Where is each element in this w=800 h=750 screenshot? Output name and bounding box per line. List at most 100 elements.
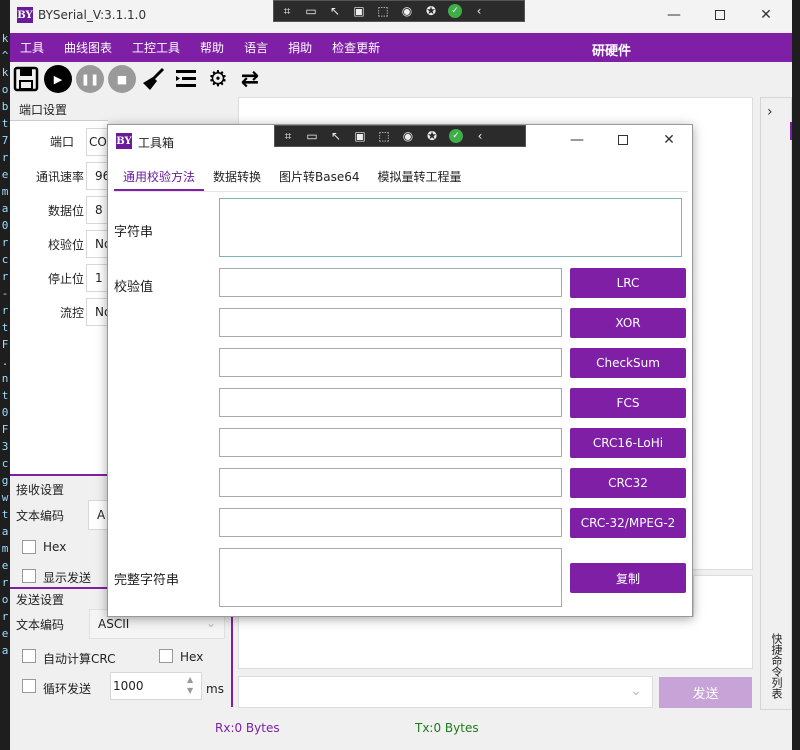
terminal-char: k: [1, 66, 9, 79]
refresh-icon[interactable]: ⇄: [236, 65, 264, 93]
copy-button[interactable]: 复制: [570, 563, 686, 593]
crc16-button[interactable]: CRC16-LoHi: [570, 428, 686, 458]
hex-send-label: Hex: [180, 650, 204, 664]
broom-icon[interactable]: [140, 65, 168, 93]
pointer-icon[interactable]: ↖: [329, 129, 343, 143]
port-label: 端口: [50, 135, 75, 149]
collapse-icon[interactable]: ‹: [472, 4, 486, 18]
receive-area-top[interactable]: [238, 97, 753, 125]
region-capture-icon[interactable]: ⬚: [376, 4, 390, 18]
string-input[interactable]: [219, 198, 682, 257]
crc32-button[interactable]: CRC32: [570, 468, 686, 498]
terminal-char: F: [1, 423, 9, 436]
maximize-button[interactable]: [697, 0, 743, 30]
terminal-char: k: [1, 32, 9, 45]
rx-counter: Rx:0 Bytes: [215, 721, 280, 735]
fcs-button[interactable]: FCS: [570, 388, 686, 418]
port-select[interactable]: CO: [86, 128, 108, 156]
terminal-char: 0: [1, 219, 9, 232]
chevron-down-icon[interactable]: ⌄: [630, 683, 642, 699]
crc16-output[interactable]: [219, 428, 562, 457]
databits-select[interactable]: 8: [86, 196, 108, 224]
video-icon[interactable]: ▭: [305, 129, 319, 143]
menu-tools[interactable]: 工具: [10, 39, 54, 56]
region-capture-icon[interactable]: ⬚: [377, 129, 391, 143]
menu-help[interactable]: 帮助: [190, 39, 234, 56]
shortcut-list-label[interactable]: 快捷命令列表: [765, 633, 783, 699]
dialog-close-button[interactable]: ✕: [646, 125, 692, 155]
send-input[interactable]: ⌄: [238, 676, 653, 708]
receive-area-right[interactable]: [693, 125, 753, 570]
scan-icon[interactable]: ⌗: [281, 129, 295, 144]
parity-label: 校验位: [48, 238, 85, 252]
send-area[interactable]: [693, 575, 753, 617]
xor-button[interactable]: XOR: [570, 308, 686, 338]
full-string-output[interactable]: [219, 548, 562, 607]
accessibility-icon[interactable]: ✪: [425, 129, 439, 143]
app-logo: BY: [17, 7, 33, 23]
accessibility-icon[interactable]: ✪: [424, 4, 438, 18]
pointer-icon[interactable]: ↖: [328, 4, 342, 18]
crc32-output[interactable]: [219, 468, 562, 497]
hex-send-checkbox[interactable]: [159, 649, 173, 663]
loop-send-checkbox[interactable]: [22, 679, 36, 693]
gear-icon[interactable]: ⚙: [204, 65, 232, 93]
checksum-output[interactable]: [219, 348, 562, 377]
tab-analog-engineering[interactable]: 模拟量转工程量: [369, 165, 471, 191]
terminal-char: m: [1, 542, 9, 555]
tab-image-base64[interactable]: 图片转Base64: [270, 165, 369, 191]
xor-output[interactable]: [219, 308, 562, 337]
collapse-icon[interactable]: ‹: [473, 129, 487, 143]
menu-industrial-tools[interactable]: 工控工具: [122, 39, 190, 56]
play-icon[interactable]: ▶: [44, 65, 72, 93]
video-icon[interactable]: ▭: [304, 4, 318, 18]
stop-icon[interactable]: ■: [108, 65, 136, 93]
save-icon[interactable]: [12, 65, 40, 93]
dialog-maximize-button[interactable]: [600, 125, 646, 155]
show-send-checkbox[interactable]: [22, 569, 36, 583]
dialog-minimize-button[interactable]: —: [554, 125, 600, 155]
check-icon[interactable]: ✓: [448, 4, 462, 18]
tab-checksum[interactable]: 通用校验方法: [114, 165, 205, 191]
hex-receive-checkbox[interactable]: [22, 540, 36, 554]
receive-encoding-select[interactable]: A: [88, 500, 108, 530]
flow-select[interactable]: No: [86, 298, 111, 326]
scan-icon[interactable]: ⌗: [280, 4, 294, 19]
receive-area-bottom[interactable]: [238, 617, 753, 669]
lrc-output[interactable]: [219, 268, 562, 297]
close-button[interactable]: ✕: [743, 0, 789, 30]
baud-select[interactable]: 96: [86, 162, 110, 190]
tab-data-convert[interactable]: 数据转换: [204, 165, 270, 191]
terminal-char: a: [1, 644, 9, 657]
menu-language[interactable]: 语言: [234, 39, 278, 56]
broadcast-icon[interactable]: ◉: [401, 129, 415, 143]
stepper-arrows-icon[interactable]: ▲ ▼: [187, 674, 193, 696]
terminal-char: t: [1, 321, 9, 334]
tab-underline: [114, 191, 688, 192]
check-icon[interactable]: ✓: [449, 129, 463, 143]
lrc-button[interactable]: LRC: [570, 268, 686, 298]
menu-check-update[interactable]: 检查更新: [322, 39, 390, 56]
menu-charts[interactable]: 曲线图表: [54, 39, 122, 56]
crc32-mpeg2-button[interactable]: CRC-32/MPEG-2: [570, 508, 686, 538]
send-button[interactable]: 发送: [659, 677, 752, 708]
terminal-char: 0: [1, 406, 9, 419]
stopbits-select[interactable]: 1: [86, 264, 108, 292]
window-capture-icon[interactable]: ▣: [353, 129, 367, 143]
fcs-output[interactable]: [219, 388, 562, 417]
terminal-char: 3: [1, 440, 9, 453]
broadcast-icon[interactable]: ◉: [400, 4, 414, 18]
terminal-char: a: [1, 525, 9, 538]
minimize-button[interactable]: —: [651, 0, 697, 30]
checksum-button[interactable]: CheckSum: [570, 348, 686, 378]
chevron-right-icon[interactable]: ›: [767, 104, 773, 120]
pause-icon[interactable]: ❚❚: [76, 65, 104, 93]
menu-donate[interactable]: 捐助: [278, 39, 322, 56]
parity-select[interactable]: No: [86, 230, 111, 258]
menu-bar: 工具 曲线图表 工控工具 帮助 语言 捐助 检查更新 研硬件: [10, 33, 792, 62]
auto-crc-checkbox[interactable]: [22, 649, 36, 663]
window-capture-icon[interactable]: ▣: [352, 4, 366, 18]
list-icon[interactable]: [172, 65, 200, 93]
flow-label: 流控: [60, 306, 85, 320]
crc32-mpeg2-output[interactable]: [219, 508, 562, 537]
